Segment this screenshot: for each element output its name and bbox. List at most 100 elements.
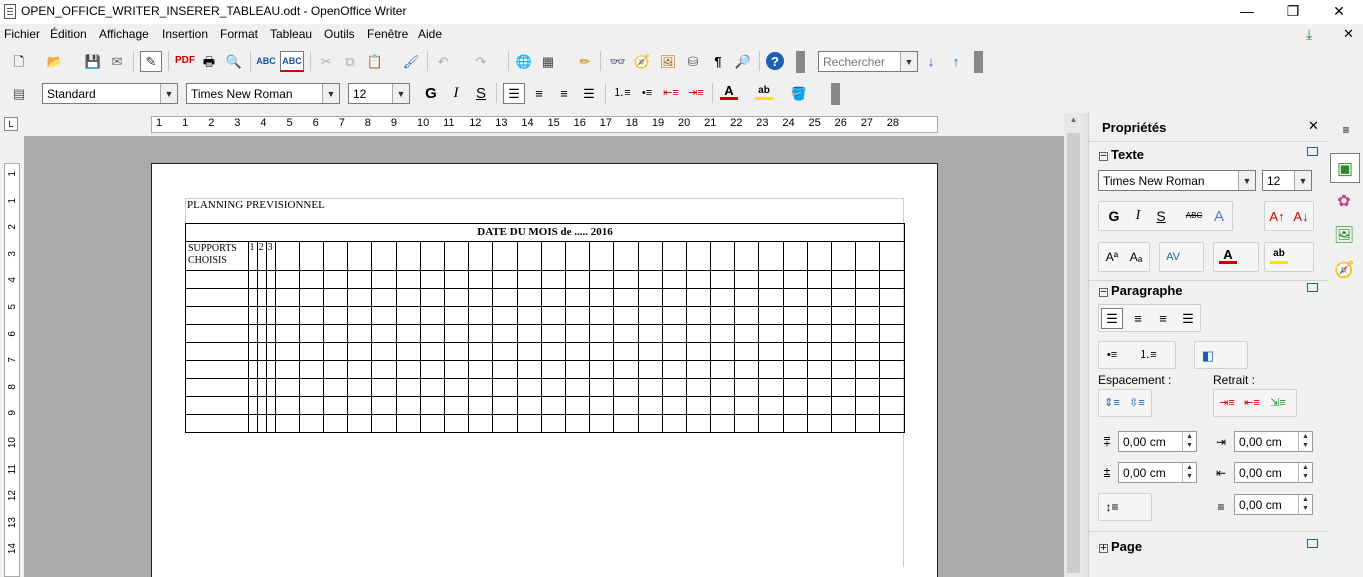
document-page[interactable]: PLANNING PREVISIONNEL DATE DU MOIS de ..… bbox=[151, 163, 938, 577]
table-cell[interactable] bbox=[347, 396, 373, 415]
align-center-icon[interactable]: ≡ bbox=[530, 84, 548, 102]
table-cell[interactable] bbox=[516, 360, 542, 379]
above-spacing-field[interactable]: 0,00 cm ▲ ▼ bbox=[1118, 431, 1197, 452]
table-cell[interactable] bbox=[734, 270, 760, 289]
table-cell[interactable] bbox=[395, 342, 421, 361]
table-cell[interactable] bbox=[298, 241, 325, 271]
text-section-header[interactable]: − Texte bbox=[1099, 147, 1144, 162]
sidebar-bullets-icon[interactable]: •≡ bbox=[1103, 346, 1121, 364]
underline-icon[interactable]: S bbox=[472, 84, 490, 102]
sidebar-align-center-icon[interactable]: ≡ bbox=[1129, 309, 1147, 327]
menu-fichier[interactable]: Fichier bbox=[4, 27, 40, 41]
background-color-icon[interactable]: 🪣 bbox=[790, 84, 808, 102]
table-cell[interactable] bbox=[831, 360, 857, 379]
table-cell[interactable] bbox=[298, 324, 325, 343]
table-cell[interactable] bbox=[540, 360, 566, 379]
table-cell[interactable] bbox=[516, 306, 542, 325]
tab-stop-icon[interactable]: L bbox=[4, 117, 18, 131]
sidebar-size-select[interactable]: 12 ▼ bbox=[1262, 170, 1312, 191]
table-cell[interactable] bbox=[661, 378, 687, 397]
table-cell[interactable] bbox=[637, 414, 663, 433]
table-cell[interactable] bbox=[782, 324, 808, 343]
table-cell[interactable] bbox=[444, 324, 470, 343]
edit-mode-icon[interactable]: ✎ bbox=[140, 51, 162, 72]
bullets-icon[interactable]: •≡ bbox=[638, 84, 656, 102]
table-cell[interactable] bbox=[371, 414, 397, 433]
table-cell[interactable] bbox=[323, 306, 349, 325]
table-cell[interactable] bbox=[468, 360, 494, 379]
increase-spacing-icon[interactable]: ⇕≡ bbox=[1103, 394, 1121, 412]
table-cell[interactable] bbox=[323, 342, 349, 361]
line-spacing-icon[interactable]: ↕≡ bbox=[1103, 498, 1121, 516]
table-cell[interactable] bbox=[444, 306, 470, 325]
table-cell[interactable] bbox=[516, 414, 542, 433]
table-cell[interactable] bbox=[734, 414, 760, 433]
table-cell[interactable] bbox=[468, 241, 494, 271]
table-cell[interactable] bbox=[419, 306, 446, 325]
table-cell[interactable] bbox=[637, 288, 663, 307]
table-cell[interactable] bbox=[589, 324, 615, 343]
table-cell[interactable] bbox=[395, 378, 421, 397]
table-cell[interactable] bbox=[564, 306, 591, 325]
find-next-icon[interactable]: ↓ bbox=[922, 52, 940, 70]
table-cell[interactable] bbox=[637, 241, 663, 271]
table-cell[interactable] bbox=[419, 270, 446, 289]
align-left-icon[interactable]: ☰ bbox=[503, 83, 525, 104]
table-cell[interactable] bbox=[371, 241, 397, 271]
numbering-icon[interactable]: ⒈≡ bbox=[613, 84, 631, 102]
table-cell[interactable] bbox=[637, 270, 663, 289]
minimize-button[interactable]: — bbox=[1224, 0, 1270, 24]
table-cell[interactable] bbox=[782, 396, 808, 415]
table-cell[interactable] bbox=[492, 324, 518, 343]
maximize-button[interactable]: ❐ bbox=[1270, 0, 1316, 24]
sidebar-menu-icon[interactable]: ≡ bbox=[1337, 121, 1355, 139]
table-cell[interactable] bbox=[879, 324, 905, 343]
table-cell[interactable] bbox=[419, 396, 446, 415]
chevron-down-icon[interactable]: ▼ bbox=[900, 52, 917, 71]
chevron-down-icon[interactable]: ▼ bbox=[160, 84, 177, 103]
table-cell[interactable] bbox=[855, 414, 881, 433]
table-cell[interactable] bbox=[758, 342, 784, 361]
table-cell[interactable] bbox=[419, 360, 446, 379]
sidebar-highlight-icon[interactable]: ab bbox=[1270, 247, 1288, 264]
table-cell[interactable] bbox=[256, 414, 267, 433]
table-cell[interactable] bbox=[661, 360, 687, 379]
table-cell[interactable] bbox=[395, 306, 421, 325]
table-cell[interactable] bbox=[589, 396, 615, 415]
table-cell[interactable] bbox=[855, 270, 881, 289]
table-cell[interactable] bbox=[806, 360, 833, 379]
close-button[interactable]: ✕ bbox=[1316, 0, 1362, 24]
table-cell[interactable] bbox=[516, 270, 542, 289]
table-cell[interactable] bbox=[323, 324, 349, 343]
table-cell[interactable] bbox=[265, 360, 276, 379]
sidebar-font-color-icon[interactable]: A bbox=[1219, 247, 1237, 264]
paragraph-style-select[interactable]: Standard ▼ bbox=[42, 83, 178, 104]
vertical-scrollbar[interactable]: ▲ bbox=[1064, 113, 1083, 577]
document-heading[interactable]: PLANNING PREVISIONNEL bbox=[185, 198, 904, 217]
formatting-marks-icon[interactable]: ¶ bbox=[709, 52, 727, 70]
new-document-icon[interactable]: 🗋 bbox=[10, 52, 28, 70]
table-cell[interactable] bbox=[323, 396, 349, 415]
table-cell[interactable] bbox=[323, 414, 349, 433]
copy-icon[interactable]: ⧉ bbox=[341, 52, 359, 70]
document-canvas[interactable]: PLANNING PREVISIONNEL DATE DU MOIS de ..… bbox=[24, 136, 1064, 577]
font-color-icon[interactable]: A bbox=[720, 84, 738, 100]
table-cell[interactable] bbox=[444, 288, 470, 307]
strikethrough-icon[interactable]: ABC bbox=[1185, 207, 1203, 225]
table-cell[interactable] bbox=[806, 241, 833, 271]
table-cell[interactable] bbox=[419, 414, 446, 433]
table-cell[interactable] bbox=[516, 396, 542, 415]
table-cell[interactable] bbox=[855, 342, 881, 361]
table-cell[interactable] bbox=[492, 342, 518, 361]
table-cell[interactable] bbox=[806, 414, 833, 433]
table-cell[interactable] bbox=[516, 288, 542, 307]
chevron-down-icon[interactable]: ▼ bbox=[322, 84, 339, 103]
table-cell[interactable] bbox=[185, 270, 249, 289]
table-cell[interactable] bbox=[256, 288, 267, 307]
table-cell[interactable] bbox=[710, 306, 736, 325]
table-cell[interactable] bbox=[256, 342, 267, 361]
table-cell[interactable] bbox=[395, 288, 421, 307]
table-cell[interactable] bbox=[468, 288, 494, 307]
sidebar-bold-icon[interactable]: G bbox=[1105, 207, 1123, 225]
table-cell[interactable] bbox=[806, 396, 833, 415]
